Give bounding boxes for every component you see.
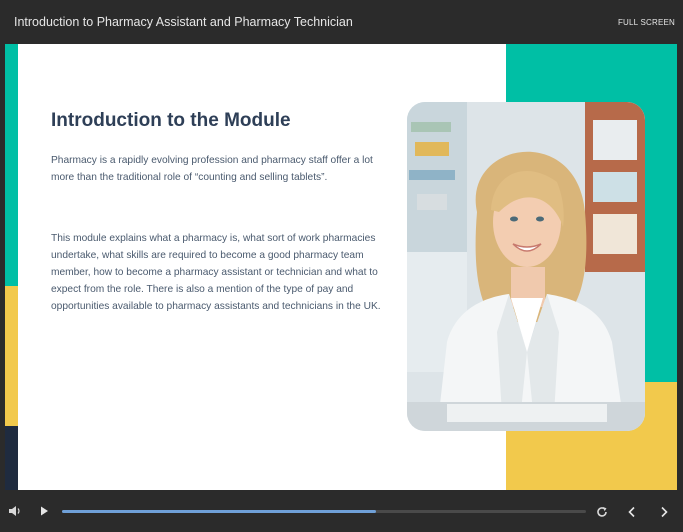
next-icon[interactable] bbox=[655, 503, 673, 521]
intro-paragraph: Pharmacy is a rapidly evolving professio… bbox=[51, 155, 373, 183]
fullscreen-button[interactable]: FULL SCREEN bbox=[618, 18, 675, 27]
accent-teal-segment bbox=[5, 44, 18, 286]
pharmacist-photo bbox=[407, 102, 645, 431]
accent-yellow-segment bbox=[5, 286, 18, 426]
slide-heading: Introduction to the Module bbox=[51, 110, 291, 131]
course-title: Introduction to Pharmacy Assistant and P… bbox=[14, 15, 353, 29]
left-accent-strip bbox=[5, 44, 18, 490]
title-bar: Introduction to Pharmacy Assistant and P… bbox=[0, 0, 683, 44]
progress-bar[interactable] bbox=[62, 510, 586, 513]
replay-icon[interactable] bbox=[593, 503, 611, 521]
module-description-paragraph: This module explains what a pharmacy is,… bbox=[51, 233, 381, 312]
play-icon[interactable] bbox=[35, 502, 53, 520]
previous-icon[interactable] bbox=[623, 503, 641, 521]
progress-fill bbox=[62, 510, 377, 513]
player-controls bbox=[0, 490, 683, 532]
slide: Introduction to the Module Pharmacy is a… bbox=[5, 44, 677, 490]
accent-navy-segment bbox=[5, 426, 18, 490]
volume-icon[interactable] bbox=[6, 502, 24, 520]
